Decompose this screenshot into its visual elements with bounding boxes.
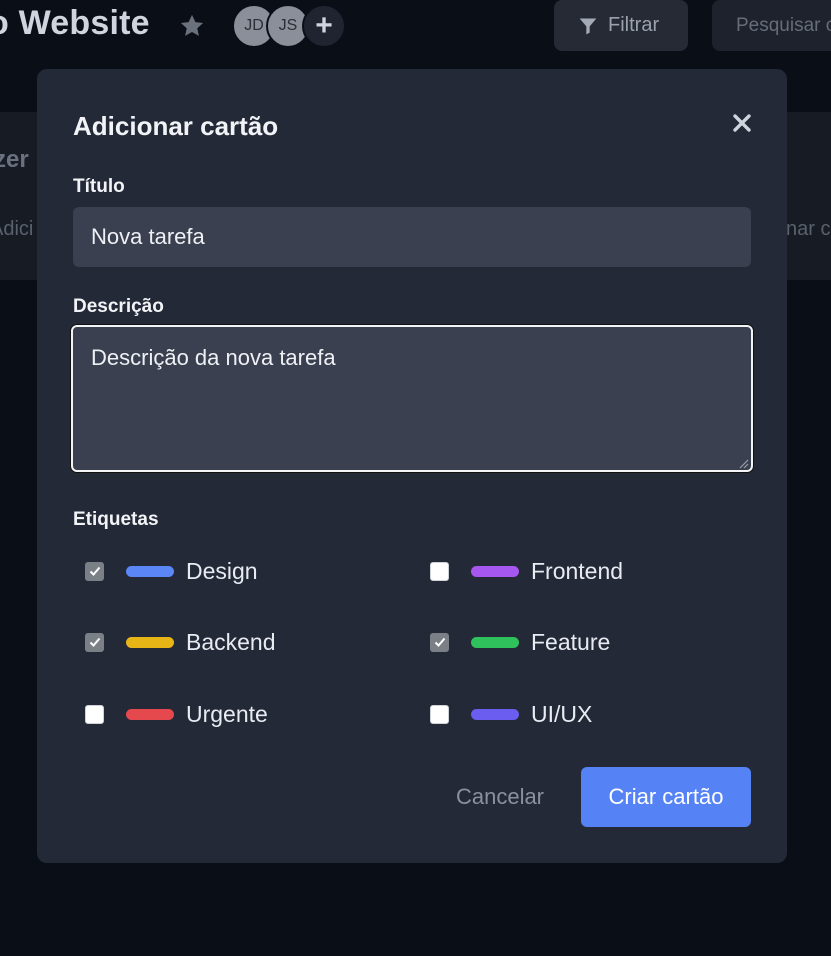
board-header: o Website JD JS + Filtrar Pesquisar c [0, 0, 831, 56]
tag-color-swatch [471, 565, 519, 577]
description-textarea[interactable]: Descrição da nova tarefa [71, 325, 753, 472]
tag-label: Frontend [531, 557, 624, 584]
tag-label: Backend [186, 628, 276, 655]
tag-color-swatch [126, 565, 174, 577]
tag-design[interactable]: Design [85, 553, 258, 589]
description-label: Descrição [73, 296, 164, 317]
checkbox-unchecked[interactable] [430, 561, 449, 581]
check-icon [89, 637, 100, 647]
tags-label: Etiquetas [73, 509, 159, 530]
checkbox-unchecked[interactable] [430, 704, 449, 724]
tag-label: UI/UX [531, 700, 593, 727]
tag-ui-ux[interactable]: UI/UX [430, 696, 592, 732]
add-card-link[interactable]: nar c [786, 218, 830, 241]
tag-feature[interactable]: Feature [430, 624, 610, 660]
add-card-modal: Adicionar cartão Título Descrição Descri… [37, 69, 787, 863]
board-title: o Website [0, 4, 150, 42]
tag-color-swatch [126, 708, 174, 720]
checkbox-checked[interactable] [85, 632, 104, 652]
title-input[interactable] [73, 207, 751, 267]
tag-urgente[interactable]: Urgente [85, 696, 268, 732]
modal-title: Adicionar cartão [73, 111, 279, 141]
check-icon [434, 637, 445, 647]
close-icon[interactable] [730, 111, 754, 135]
create-card-button[interactable]: Criar cartão [581, 767, 751, 827]
list-title: zer [0, 146, 29, 173]
search-input[interactable]: Pesquisar c [712, 0, 831, 51]
add-card-link[interactable]: Adici [0, 218, 33, 241]
tag-label: Design [186, 557, 258, 584]
checkbox-checked[interactable] [430, 632, 449, 652]
title-label: Título [73, 176, 125, 197]
tag-list: Design Frontend Backend Feature Urgente … [85, 539, 765, 759]
tag-label: Urgente [186, 700, 268, 727]
tag-label: Feature [531, 628, 611, 655]
filter-button[interactable]: Filtrar [554, 0, 688, 51]
checkbox-unchecked[interactable] [85, 704, 104, 724]
tag-color-swatch [471, 636, 519, 648]
tag-color-swatch [471, 708, 519, 720]
checkbox-checked[interactable] [85, 561, 104, 581]
cancel-button[interactable]: Cancelar [438, 767, 562, 827]
star-icon[interactable] [178, 12, 206, 40]
filter-button-label: Filtrar [608, 14, 660, 36]
resize-handle-icon[interactable] [737, 457, 749, 469]
tag-frontend[interactable]: Frontend [430, 553, 623, 589]
check-icon [89, 566, 100, 576]
tag-color-swatch [126, 636, 174, 648]
tag-backend[interactable]: Backend [85, 624, 276, 660]
add-member-button[interactable]: + [302, 4, 346, 48]
filter-icon [579, 18, 597, 34]
